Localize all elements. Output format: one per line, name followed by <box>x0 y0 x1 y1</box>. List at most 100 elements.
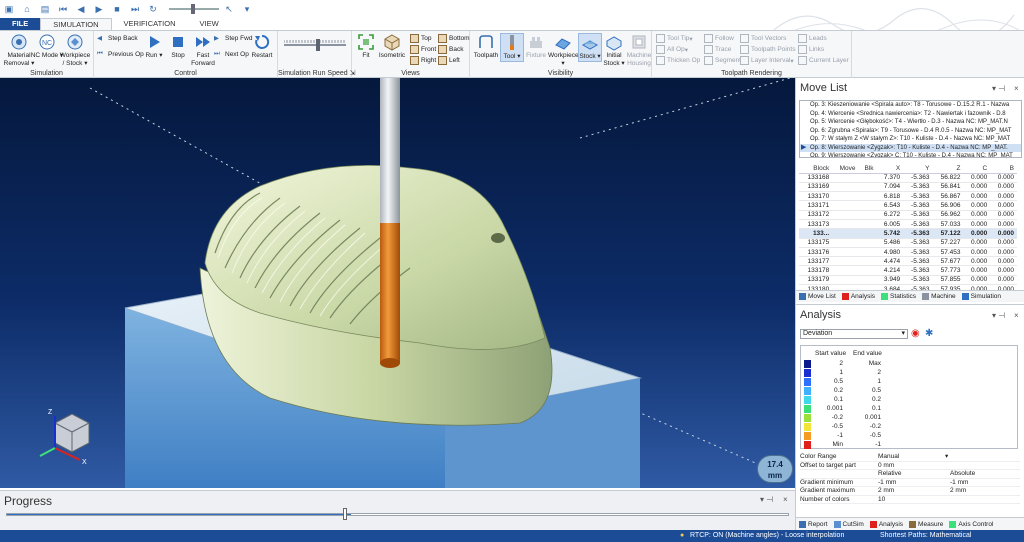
color-scale-row[interactable]: 12 <box>801 369 1017 378</box>
color-scale-row[interactable]: -1 -0.5 <box>801 432 1017 441</box>
stock-toggle[interactable]: Stock ▾ <box>578 33 602 62</box>
close-icon[interactable]: × <box>1014 84 1019 93</box>
table-row[interactable]: 133170 6.818 -5.363 56.867 0.000 0.000 <box>799 191 1017 202</box>
tab-cutsim[interactable]: CutSim <box>831 518 867 530</box>
table-row[interactable]: 133177 4.474 -5.363 57.677 0.000 0.000 <box>799 256 1017 267</box>
color-swatch[interactable] <box>804 432 811 440</box>
simulation-viewport[interactable]: Z X <box>0 78 795 488</box>
initial-stock-toggle[interactable]: Initial Stock ▾ <box>602 33 626 67</box>
trace-button[interactable]: Trace <box>704 45 731 54</box>
color-scale-row[interactable]: 0.001 0.1 <box>801 405 1017 414</box>
toolpath-toggle[interactable]: Toolpath <box>472 33 500 60</box>
machine-housing-toggle[interactable]: Machine Housing <box>626 33 652 67</box>
column-header[interactable]: B <box>990 164 1017 174</box>
progress-bar[interactable] <box>6 513 789 516</box>
view-left-button[interactable]: Left <box>438 56 460 65</box>
operation-item[interactable]: Op. 6: Zgrubna <Spirala>: T9 - Torusowe … <box>800 127 1021 136</box>
view-top-button[interactable]: Top <box>410 34 431 43</box>
color-swatch[interactable] <box>804 405 811 413</box>
step-back-button[interactable]: ◀ Step Back <box>97 34 138 43</box>
color-swatch[interactable] <box>804 423 811 431</box>
run-button[interactable]: Run ▾ <box>142 33 166 60</box>
operation-item[interactable]: Op. 3: Kieszeniowanie <Spirala auto>: T8… <box>800 101 1021 110</box>
table-row[interactable]: 133169 7.094 -5.363 56.841 0.000 0.000 <box>799 182 1017 193</box>
fast-forward-icon[interactable]: ⏭ <box>129 3 141 15</box>
operation-item[interactable]: Op. 7: W stałym Z <W stałym Z>: T10 - Ku… <box>800 135 1021 144</box>
color-scale-row[interactable]: 0.1 0.2 <box>801 396 1017 405</box>
color-range-dropdown-icon[interactable]: ▾ <box>945 453 948 462</box>
tab-analysis-bottom[interactable]: Analysis <box>867 518 906 530</box>
color-scale-row[interactable]: -0.5 -0.2 <box>801 423 1017 432</box>
view-front-button[interactable]: Front <box>410 45 436 54</box>
close-icon[interactable]: × <box>783 495 788 504</box>
tool-toggle[interactable]: Tool ▾ <box>500 33 524 62</box>
step-fwd-button[interactable]: ▶ Step Fwd <box>214 34 252 43</box>
layer-interval-button[interactable]: Layer Interval ▾ <box>740 56 794 65</box>
operation-item[interactable]: Op. 4: Wiercenie <Średnica nawiercenia>:… <box>800 110 1021 119</box>
follow-button[interactable]: Follow <box>704 34 734 43</box>
table-row[interactable]: 133... 5.742 -5.363 57.122 0.000 0.000 <box>799 228 1017 239</box>
color-scale-row[interactable]: Min -1 <box>801 441 1017 450</box>
column-header[interactable]: Move <box>832 164 859 174</box>
pin-icon[interactable]: ▾ ⊣ <box>992 311 1005 320</box>
column-header[interactable]: Block <box>799 164 833 174</box>
links-button[interactable]: Links <box>798 45 824 54</box>
thicken-op-button[interactable]: Thicken Op <box>656 56 700 65</box>
analysis-mode-select[interactable]: Deviation <box>800 329 908 339</box>
restart-icon[interactable]: ⏮ <box>57 3 69 15</box>
segment-button[interactable]: Segment <box>704 56 741 65</box>
progress-thumb[interactable] <box>343 508 347 520</box>
save-icon[interactable]: ▤ <box>39 3 51 15</box>
all-op-button[interactable]: All Op ▾ <box>656 45 688 54</box>
operation-item[interactable]: Op. 9: Wierszowanie <Zygzak> C: T10 - Ku… <box>800 152 1021 157</box>
isometric-button[interactable]: Isometric <box>378 33 406 60</box>
tab-statistics[interactable]: Statistics <box>878 291 919 302</box>
color-scale-row[interactable]: 0.2 0.5 <box>801 387 1017 396</box>
view-bottom-button[interactable]: Bottom <box>438 34 470 43</box>
view-back-button[interactable]: Back <box>438 45 463 54</box>
recompute-icon[interactable]: ◉ <box>911 328 920 339</box>
current-layer-button[interactable]: Current Layer <box>798 56 849 65</box>
table-row[interactable]: 133173 6.005 -5.363 57.033 0.000 0.000 <box>799 219 1017 230</box>
color-swatch[interactable] <box>804 378 811 386</box>
tool-tip-button[interactable]: Tool Tip ▾ <box>656 34 693 43</box>
tab-measure[interactable]: Measure <box>906 518 946 530</box>
column-header[interactable]: Z <box>932 164 964 174</box>
tool-vectors-button[interactable]: Tool Vectors <box>740 34 786 43</box>
tab-simulation[interactable]: SIMULATION <box>40 18 112 30</box>
workpiece-toggle[interactable]: Workpiece ▾ <box>548 33 579 67</box>
refresh-icon[interactable]: ↻ <box>147 3 159 15</box>
color-swatch[interactable] <box>804 441 811 449</box>
column-header[interactable]: Blk <box>858 164 877 174</box>
tab-move-list[interactable]: Move List <box>796 291 839 302</box>
pointer-icon[interactable]: ↖ <box>223 3 235 15</box>
table-row[interactable]: 133171 6.543 -5.363 56.906 0.000 0.000 <box>799 200 1017 211</box>
column-header[interactable]: Y <box>903 164 933 174</box>
fixture-toggle[interactable]: Fixture <box>524 33 548 60</box>
stop-button[interactable]: Stop <box>166 33 190 60</box>
previous-op-button[interactable]: ⏮ Previous Op <box>97 50 144 59</box>
workpiece-stock-button[interactable]: Workpiece / Stock ▾ <box>58 33 92 67</box>
next-op-button[interactable]: ⏭ Next Op <box>214 50 249 59</box>
operations-list[interactable]: Op. 3: Kieszeniowanie <Spirala auto>: T8… <box>799 100 1022 158</box>
fast-forward-button[interactable]: Fast Forward <box>190 33 216 67</box>
table-row[interactable]: 133176 4.980 -5.363 57.453 0.000 0.000 <box>799 247 1017 258</box>
tab-file[interactable]: FILE <box>0 18 41 30</box>
open-icon[interactable]: ⌂ <box>21 3 33 15</box>
operation-item[interactable]: Op. 5: Wiercenie <Głębokość>: T4 - Wiert… <box>800 118 1021 127</box>
color-swatch[interactable] <box>804 396 811 404</box>
dropdown-icon[interactable]: ▾ <box>241 3 253 15</box>
column-header[interactable]: C <box>963 164 991 174</box>
table-row[interactable]: 133175 5.486 -5.363 57.227 0.000 0.000 <box>799 238 1017 248</box>
tab-simulation-panel[interactable]: Simulation <box>959 291 1004 302</box>
color-scale-row[interactable]: 2 Max <box>801 360 1017 369</box>
color-scale-row[interactable]: 0.5 1 <box>801 378 1017 387</box>
pin-icon[interactable]: ▾ ⊣ <box>992 84 1005 93</box>
color-swatch[interactable] <box>804 387 811 395</box>
stop-icon[interactable]: ■ <box>111 3 123 15</box>
fit-button[interactable]: Fit <box>354 33 378 60</box>
tab-axis-control[interactable]: Axis Control <box>946 518 996 530</box>
pin-icon[interactable]: ▾ ⊣ <box>760 495 773 504</box>
tab-analysis[interactable]: Analysis <box>839 291 878 302</box>
toolpath-points-button[interactable]: Toolpath Points <box>740 45 795 54</box>
